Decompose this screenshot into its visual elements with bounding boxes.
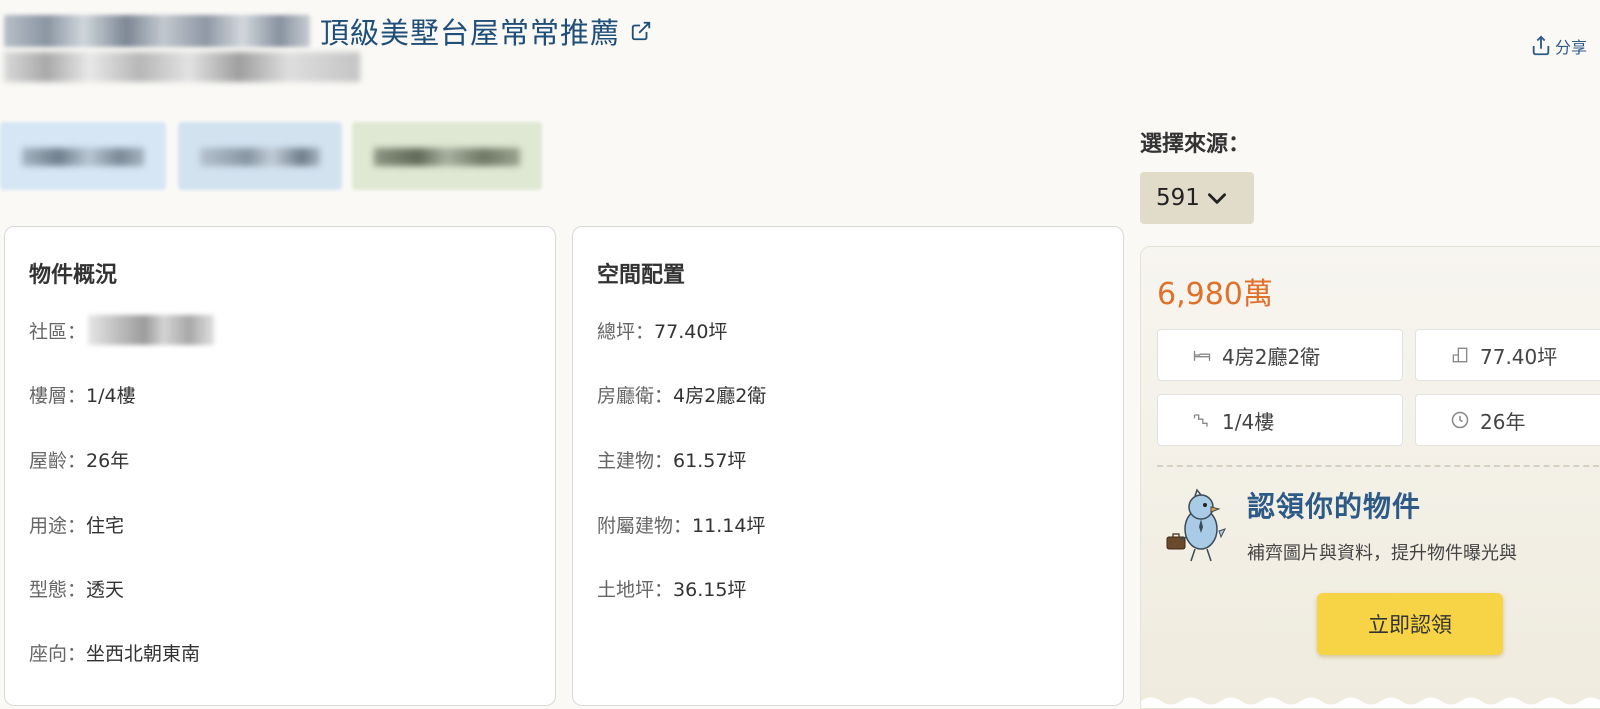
overview-row-floor: 樓層： 1/4樓 [29,381,136,408]
row-value: 4房2廳2衛 [673,385,767,407]
floor-plan-icon [1452,347,1468,363]
source-label: 選擇來源： [1140,132,1251,157]
spec-text: 4房2廳2衛 [1222,344,1321,369]
share-button[interactable]: 分享 [1530,34,1587,58]
tag-redacted-1 [0,122,166,190]
row-key: 屋齡： [29,450,87,472]
row-key: 社區： [29,320,87,343]
row-value: 61.57坪 [673,450,747,472]
spec-text: 77.40坪 [1480,344,1558,369]
tag-redacted-3 [352,122,542,190]
source-select[interactable]: 591 [1140,172,1254,224]
community-redacted-block [88,315,215,345]
row-value: 36.15坪 [673,579,747,601]
row-key: 型態： [29,579,87,601]
spec-text: 1/4樓 [1222,409,1275,434]
listing-summary-panel: 6,980萬 4房2廳2衛 77.40坪 1/4樓 26年 認領你的物件 補齊圖… [1140,246,1600,709]
overview-row-community: 社區： [29,315,215,345]
external-link-icon[interactable] [630,20,652,42]
row-key: 土地坪： [597,579,674,601]
overview-row-age: 屋齡： 26年 [29,446,129,473]
space-row-total: 總坪： 77.40坪 [597,317,727,344]
overview-row-type: 型態： 透天 [29,575,124,602]
share-icon [1532,35,1550,56]
listing-title-row: 頂級美墅台屋常常推薦 [4,10,652,52]
row-key: 用途： [29,515,87,537]
price: 6,980萬 [1157,277,1273,312]
space-row-land: 土地坪： 36.15坪 [597,575,746,602]
claim-button[interactable]: 立即認領 [1317,593,1503,655]
source-select-value: 591 [1156,185,1200,211]
row-key: 樓層： [29,385,87,407]
overview-card: 物件概況 社區： 樓層： 1/4樓 屋齡： 26年 用途： 住宅 型態： 透天 … [4,226,556,706]
row-value: 透天 [86,579,125,601]
stairs-icon [1193,414,1208,427]
overview-row-usage: 用途： 住宅 [29,511,124,538]
row-key: 總坪： [597,321,655,343]
row-value: 坐西北朝東南 [86,643,201,665]
spec-text: 26年 [1480,409,1526,434]
row-value: 26年 [86,450,130,472]
share-label: 分享 [1555,38,1588,57]
clock-icon [1451,411,1469,429]
divider [1157,465,1600,467]
subtitle-redacted-block [4,52,360,82]
row-value: 11.14坪 [692,515,766,537]
tag-redacted-2 [178,122,342,190]
space-row-annex: 附屬建物： 11.14坪 [597,511,765,538]
space-row-rooms: 房廳衛： 4房2廳2衛 [597,381,766,408]
row-key: 房廳衛： [597,385,674,407]
mascot-bird-icon [1166,488,1226,562]
row-value: 77.40坪 [654,321,728,343]
spec-floor: 1/4樓 [1157,394,1403,446]
title-redacted-block [4,15,310,47]
row-value: 1/4樓 [86,385,136,407]
space-card-title: 空間配置 [597,263,686,288]
overview-card-title: 物件概況 [29,263,118,288]
claim-subtitle: 補齊圖片與資料，提升物件曝光與 [1247,543,1517,564]
chevron-down-icon [1207,193,1226,204]
space-card: 空間配置 總坪： 77.40坪 房廳衛： 4房2廳2衛 主建物： 61.57坪 … [572,226,1124,706]
claim-title: 認領你的物件 [1247,490,1422,523]
row-key: 座向： [29,643,87,665]
spec-rooms: 4房2廳2衛 [1157,329,1403,381]
spec-area: 77.40坪 [1415,329,1600,381]
space-row-main-building: 主建物： 61.57坪 [597,446,746,473]
row-key: 附屬建物： [597,515,693,537]
row-value: 住宅 [86,515,125,537]
spec-age: 26年 [1415,394,1600,446]
overview-row-orientation: 座向： 坐西北朝東南 [29,639,200,666]
row-key: 主建物： [597,450,674,472]
bed-icon [1193,350,1211,361]
listing-title: 頂級美墅台屋常常推薦 [320,16,621,50]
wavy-edge-decoration [1141,697,1600,708]
